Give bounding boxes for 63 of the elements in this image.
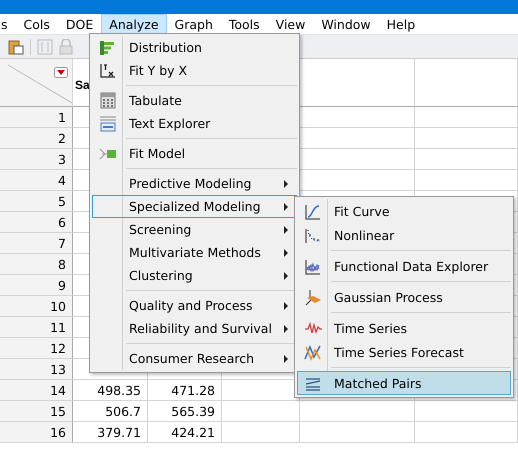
menu-item[interactable]: Tools [220, 14, 268, 34]
row-number: 7 [0, 233, 73, 254]
menu-item[interactable]: Tabulate [92, 89, 297, 112]
menu-item[interactable]: Clustering [92, 264, 297, 287]
table-cell: 565.39 [148, 401, 222, 422]
row-number: 1 [0, 107, 73, 128]
row-number: 11 [0, 317, 73, 338]
menu-item[interactable]: Consumer Research [92, 347, 297, 370]
menu-item[interactable]: s [0, 14, 16, 34]
lock-icon [59, 38, 73, 54]
table-cell: 506.7 [73, 401, 148, 422]
menu-item[interactable]: View [268, 14, 314, 34]
menu-item[interactable]: Fit Y by X [92, 59, 297, 82]
table-cell: 471.28 [148, 380, 222, 401]
row-number: 5 [0, 191, 73, 212]
menu-item[interactable]: Cols [16, 14, 58, 34]
clipboard-icon[interactable] [8, 38, 24, 54]
row-number: 13 [0, 359, 73, 380]
wave-icon [304, 320, 322, 336]
row-number: 12 [0, 338, 73, 359]
menu-item[interactable]: Quality and Process [92, 294, 297, 317]
bar-chart-icon [99, 39, 117, 56]
menu-item[interactable]: Gaussian Process [297, 285, 511, 309]
menu-item[interactable]: Nonlinear [297, 223, 511, 247]
row-number: 3 [0, 149, 73, 170]
row-number: 4 [0, 170, 73, 191]
row-number: 10 [0, 296, 73, 317]
table-cell: 424.21 [148, 422, 222, 443]
row-number: 15 [0, 401, 73, 422]
table-icon [99, 92, 117, 109]
table-cell: 379.71 [73, 422, 148, 443]
document-icon [99, 115, 117, 132]
forecast-icon [304, 344, 322, 360]
row-number: 2 [0, 128, 73, 149]
row-number: 6 [0, 212, 73, 233]
menu-item[interactable]: Time Series [297, 316, 511, 340]
row-number: 16 [0, 422, 73, 443]
curve-icon [304, 202, 322, 220]
menu-item[interactable]: Graph [166, 14, 221, 34]
menu-item[interactable]: Functional Data Explorer [297, 254, 511, 278]
menu-item[interactable]: Reliability and Survival [92, 317, 297, 340]
scatter-icon [304, 226, 322, 244]
menu-item[interactable]: Predictive Modeling [92, 172, 297, 195]
menu-item[interactable]: DOE [58, 14, 102, 34]
dropdown-icon[interactable] [54, 67, 68, 78]
sliders-icon [37, 38, 53, 54]
menu-item[interactable]: Help [378, 14, 424, 34]
menu-item[interactable]: Window [313, 14, 379, 34]
menu-item[interactable]: Screening [92, 218, 297, 241]
row-number: 14 [0, 380, 73, 401]
menu-item[interactable]: Fit Model [92, 142, 297, 165]
menu-item[interactable]: Matched Pairs [297, 371, 511, 395]
wing-icon [304, 288, 322, 306]
menu-item[interactable]: Analyze [101, 14, 167, 34]
axis-icon [99, 62, 117, 79]
menu-item[interactable]: Multivariate Methods [92, 241, 297, 264]
row-number: 8 [0, 254, 73, 275]
menu-item[interactable]: Fit Curve [297, 199, 511, 223]
menu-item[interactable]: Time Series Forecast [297, 340, 511, 364]
menu-item[interactable]: Text Explorer [92, 112, 297, 135]
line-chart-icon [304, 258, 322, 274]
table-cell: 498.35 [73, 380, 148, 401]
row-number: 9 [0, 275, 73, 296]
